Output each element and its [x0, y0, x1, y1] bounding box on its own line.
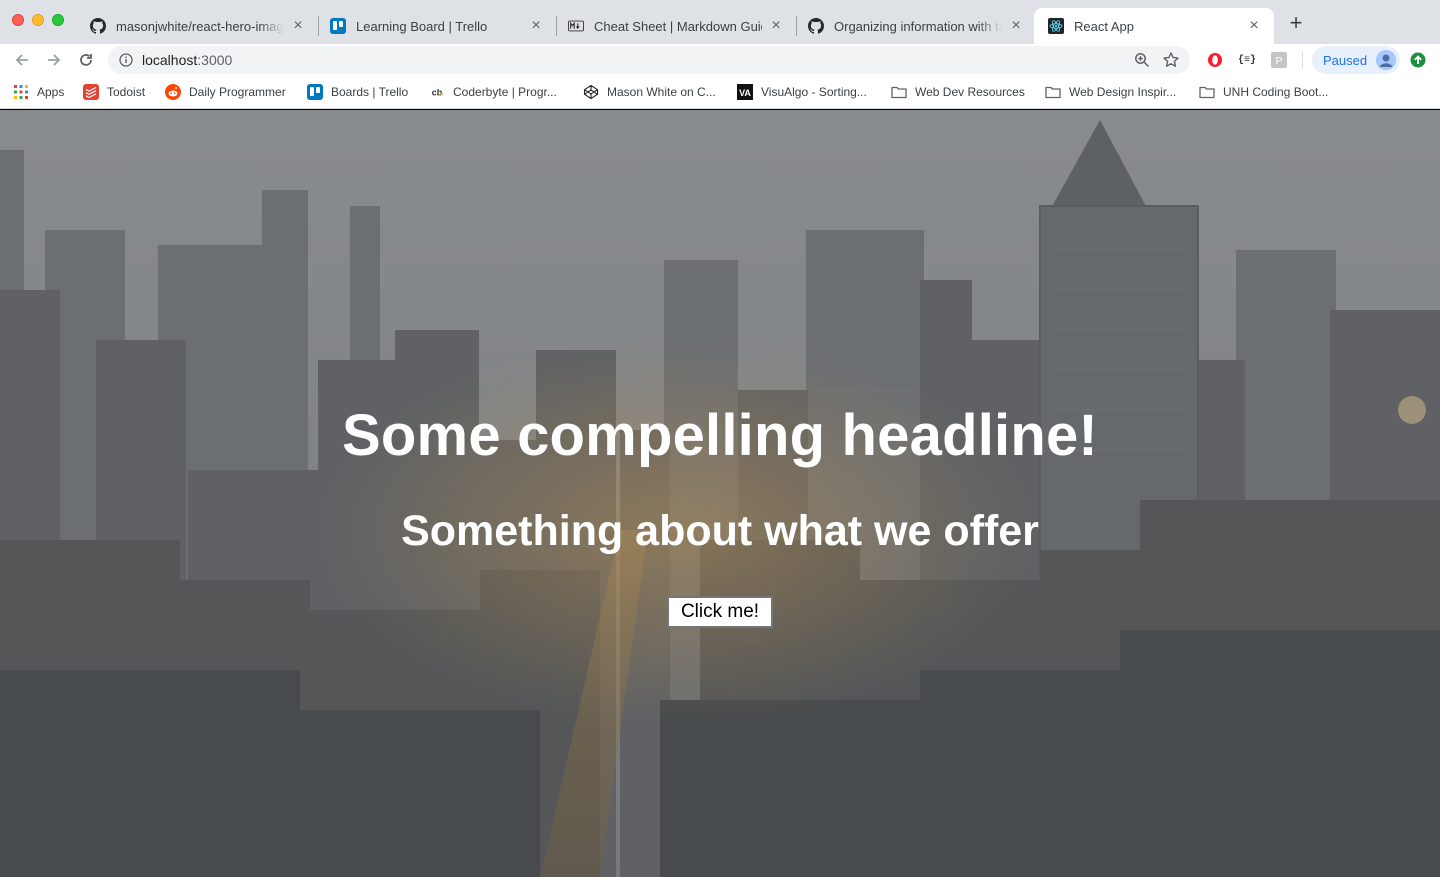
reload-icon [80, 54, 92, 66]
trello-icon [307, 84, 323, 100]
bookmark-boards-trello[interactable]: Boards | Trello [307, 83, 408, 101]
browser-toolbar: localhost:3000 {≡} P Paused [0, 44, 1440, 76]
opera-extension-icon[interactable] [1206, 51, 1224, 69]
tab-react-app[interactable]: React App × [1034, 8, 1274, 44]
bookmark-label: Web Design Inspir... [1069, 85, 1177, 99]
hero-content: Some compelling headline! Something abou… [0, 110, 1440, 877]
bookmark-daily-programmer[interactable]: Daily Programmer [165, 83, 286, 101]
url-host: localhost [142, 52, 198, 68]
tab-title: Cheat Sheet | Markdown Guide [594, 18, 762, 34]
close-icon[interactable]: × [1008, 18, 1024, 34]
folder-icon [891, 84, 907, 100]
bookmark-folder-unh-coding-bootcamp[interactable]: UNH Coding Boot... [1199, 83, 1328, 101]
bookmark-label: Web Dev Resources [915, 85, 1025, 99]
bookmark-label: Apps [37, 85, 65, 99]
codepen-icon [583, 84, 599, 100]
svg-text:cb: cb [432, 88, 443, 98]
update-icon[interactable] [1409, 51, 1427, 69]
svg-text:VA: VA [739, 88, 751, 98]
tab-title: Organizing information with tab [834, 18, 1002, 34]
json-viewer-extension-icon[interactable]: {≡} [1238, 51, 1256, 69]
svg-text:P: P [1275, 56, 1282, 68]
avatar [1376, 50, 1396, 70]
url-port: :3000 [197, 52, 233, 68]
tab-markdown-guide[interactable]: Cheat Sheet | Markdown Guide × [554, 8, 796, 44]
github-icon [90, 18, 106, 34]
bookmark-apps[interactable]: Apps [13, 83, 64, 101]
tab-strip: masonjwhite/react-hero-image × Learning … [0, 0, 1440, 44]
tab-title: masonjwhite/react-hero-image [116, 18, 284, 34]
arrow-left-icon [15, 54, 28, 66]
url-text: localhost:3000 [142, 52, 232, 68]
bookmark-star-icon[interactable] [1162, 51, 1180, 74]
new-tab-button[interactable]: + [1284, 12, 1308, 36]
info-icon[interactable] [119, 53, 133, 72]
tab-learning-board[interactable]: Learning Board | Trello × [316, 8, 556, 44]
p-extension-icon[interactable]: P [1270, 51, 1288, 69]
tab-react-hero-image[interactable]: masonjwhite/react-hero-image × [76, 8, 318, 44]
bookmark-codepen[interactable]: Mason White on C... [583, 83, 716, 101]
trello-icon [330, 18, 346, 34]
forward-button[interactable] [42, 48, 66, 72]
tab-organizing-information[interactable]: Organizing information with tab × [794, 8, 1036, 44]
react-icon [1048, 18, 1064, 34]
close-icon[interactable]: × [1246, 18, 1262, 34]
arrow-right-icon [48, 54, 61, 66]
coderbyte-icon: cb [429, 84, 445, 100]
close-icon[interactable]: × [768, 18, 784, 34]
window-controls [12, 14, 64, 26]
bookmark-coderbyte[interactable]: cb Coderbyte | Progr... [429, 83, 557, 101]
bookmarks-bar: Apps Todoist Daily Programmer Boards | T… [0, 76, 1440, 109]
close-icon[interactable]: × [528, 18, 544, 34]
bookmark-label: Daily Programmer [189, 85, 286, 99]
profile-paused-button[interactable]: Paused [1312, 46, 1400, 74]
visualgo-icon: VA [737, 84, 753, 100]
reddit-icon [165, 84, 181, 100]
hero-subheadline: Something about what we offer [401, 507, 1039, 555]
bookmark-folder-web-dev-resources[interactable]: Web Dev Resources [891, 83, 1025, 101]
github-icon [808, 18, 824, 34]
bookmark-label: Boards | Trello [331, 85, 409, 99]
window-minimize-button[interactable] [32, 14, 44, 26]
close-icon[interactable]: × [290, 18, 306, 34]
reload-button[interactable] [74, 48, 98, 72]
bookmark-label: UNH Coding Boot... [1223, 85, 1329, 99]
bookmark-todoist[interactable]: Todoist [83, 83, 145, 101]
bookmark-folder-web-design-inspiration[interactable]: Web Design Inspir... [1045, 83, 1176, 101]
window-close-button[interactable] [12, 14, 24, 26]
hero-headline: Some compelling headline! [342, 403, 1098, 468]
bookmark-visualgo[interactable]: VA VisuAlgo - Sorting... [737, 83, 867, 101]
bookmark-label: Mason White on C... [607, 85, 716, 99]
back-button[interactable] [10, 48, 34, 72]
todoist-icon [83, 84, 99, 100]
bookmark-label: VisuAlgo - Sorting... [761, 85, 867, 99]
toolbar-divider [1302, 52, 1303, 68]
window-maximize-button[interactable] [52, 14, 64, 26]
zoom-icon[interactable] [1134, 52, 1150, 73]
hero-cta-button[interactable]: Click me! [666, 596, 774, 628]
tab-title: React App [1074, 18, 1134, 34]
tab-title: Learning Board | Trello [356, 18, 488, 34]
bookmark-label: Coderbyte | Progr... [453, 85, 557, 99]
bookmark-label: Todoist [107, 85, 146, 99]
apps-grid-icon [13, 84, 29, 100]
markdown-icon [568, 18, 584, 34]
address-bar[interactable]: localhost:3000 [108, 46, 1190, 74]
profile-status: Paused [1323, 53, 1368, 68]
hero-section: Some compelling headline! Something abou… [0, 110, 1440, 877]
folder-icon [1199, 84, 1215, 100]
folder-icon [1045, 84, 1061, 100]
